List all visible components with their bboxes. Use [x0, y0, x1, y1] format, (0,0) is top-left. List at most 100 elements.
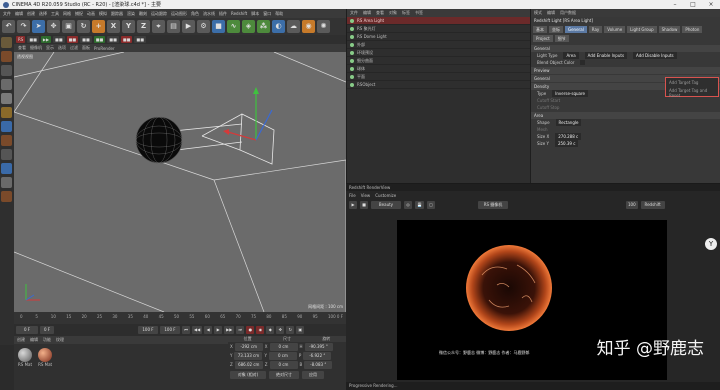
rotate-key-icon[interactable]: ↻ — [286, 326, 295, 334]
texture-axis-icon[interactable] — [1, 191, 12, 202]
light-type-select[interactable]: Area — [563, 52, 579, 59]
rs-button-2[interactable]: ■■ — [27, 36, 39, 43]
menu-item[interactable]: 插件 — [219, 11, 227, 17]
blend-checkbox[interactable] — [580, 60, 586, 65]
edges-mode-icon[interactable] — [1, 79, 12, 90]
keyframe-icon[interactable]: ◆ — [266, 326, 275, 334]
object-row[interactable]: RSObject — [347, 81, 530, 89]
deformer-icon[interactable]: ◐ — [272, 20, 285, 33]
coord-field[interactable]: 0 cm — [268, 351, 297, 360]
object-menu-item[interactable]: 对象 — [389, 10, 397, 16]
play-icon[interactable]: ▶ — [214, 326, 223, 334]
menu-item[interactable]: 窗口 — [263, 11, 271, 17]
lock-icon[interactable] — [1, 149, 12, 160]
undo-icon[interactable]: ↶ — [2, 20, 15, 33]
menu-item[interactable]: 运动跟踪 — [151, 11, 167, 17]
coord-field[interactable]: -90.395 ° — [304, 342, 333, 351]
spline-icon[interactable]: ∿ — [227, 20, 240, 33]
perspective-viewport[interactable]: 透视视图 网格间距: 100 cm — [14, 52, 346, 312]
viewport-menu-item[interactable]: 摄像机 — [30, 45, 42, 51]
coord-field[interactable]: 0 cm — [269, 360, 298, 369]
snapshot-icon[interactable]: ◎ — [404, 201, 412, 209]
attribute-menu-item[interactable]: 用户数据 — [560, 10, 576, 16]
menu-item[interactable]: 创建 — [27, 11, 35, 17]
prev-key-icon[interactable]: ◀◀ — [192, 326, 203, 334]
solo-icon[interactable] — [1, 163, 12, 174]
last-frame-icon[interactable]: ⏭ — [236, 326, 245, 334]
size-y-field[interactable]: 250.39 c — [554, 140, 579, 147]
close-button[interactable]: × — [702, 0, 720, 9]
x-axis-icon[interactable]: X — [107, 20, 120, 33]
zoom-field[interactable]: 100 — [625, 201, 638, 209]
axis-mode-icon[interactable] — [1, 107, 12, 118]
model-mode-icon[interactable] — [1, 37, 12, 48]
end-frame-field[interactable]: 100 F — [138, 326, 158, 334]
object-row[interactable]: RS Area Light — [347, 17, 530, 25]
viewport-menu-item[interactable]: 选项 — [58, 45, 66, 51]
attribute-tab[interactable]: Project — [533, 35, 553, 42]
menu-item[interactable]: 工具 — [51, 11, 59, 17]
first-frame-icon[interactable]: ⏮ — [182, 326, 190, 334]
menu-item[interactable]: 运动图形 — [171, 11, 187, 17]
object-menu-item[interactable]: 文件 — [350, 10, 358, 16]
render-stop-icon[interactable]: ■ — [360, 201, 368, 209]
add-target-tag-item[interactable]: Add Target Tag — [666, 78, 718, 87]
attribute-menu-item[interactable]: 模式 — [534, 10, 542, 16]
object-row[interactable]: RS 聚光灯 — [347, 25, 530, 33]
coordinate-system-icon[interactable]: ⌖ — [152, 20, 165, 33]
attribute-tab[interactable]: 坐标 — [549, 26, 563, 33]
attribute-tab[interactable]: Shadow — [658, 26, 681, 33]
camera-icon[interactable]: ◉ — [302, 20, 315, 33]
render-region-icon[interactable]: ▤ — [167, 20, 180, 33]
object-menu-item[interactable]: 查看 — [376, 10, 384, 16]
y-axis-icon[interactable]: Y — [122, 20, 135, 33]
material-menu-item[interactable]: 纹理 — [56, 337, 64, 343]
start-frame-field[interactable]: 0 F — [16, 326, 38, 334]
material-slot-2[interactable]: RS Mat — [38, 348, 52, 367]
renderview-menu-item[interactable]: File — [349, 193, 356, 198]
attribute-tab[interactable]: Volume — [604, 26, 626, 33]
density-type-select[interactable]: Inverse-square — [552, 90, 588, 97]
object-row[interactable]: 平面 — [347, 73, 530, 81]
record-icon[interactable]: ● — [246, 326, 255, 334]
section-area[interactable]: Area — [531, 112, 720, 119]
attribute-tab[interactable]: Ray — [588, 26, 603, 33]
menu-item[interactable]: 动画 — [87, 11, 95, 17]
menu-item[interactable]: 雕刻 — [139, 11, 147, 17]
material-menu-item[interactable]: 创建 — [17, 337, 25, 343]
current-frame-field[interactable]: 0 F — [40, 326, 54, 334]
rs-button-5[interactable]: ■■ — [66, 36, 79, 43]
maximize-button[interactable]: □ — [684, 0, 702, 9]
object-row[interactable]: 环境预设 — [347, 49, 530, 57]
object-row[interactable]: 细分曲面 — [347, 57, 530, 65]
object-menu-item[interactable]: 书签 — [415, 10, 423, 16]
rs-button-3[interactable]: ▶▶ — [40, 36, 52, 43]
add-disable-inputs-button[interactable]: Add Disable Inputs — [633, 52, 677, 59]
render-play-icon[interactable]: ▶ — [349, 201, 357, 209]
scene-icon[interactable]: ☁ — [287, 20, 300, 33]
coord-field[interactable]: 0 cm — [269, 342, 298, 351]
object-row[interactable]: RS Dome Light — [347, 33, 530, 41]
rs-button-9[interactable]: ■■ — [120, 36, 133, 43]
menu-item[interactable]: 编辑 — [15, 11, 23, 17]
snap-icon[interactable] — [1, 121, 12, 132]
menu-item[interactable]: 流水线 — [203, 11, 215, 17]
renderview-menu-item[interactable]: Customize — [375, 193, 396, 198]
coord-field[interactable]: -292 cm — [234, 342, 263, 351]
object-row[interactable]: 球体 — [347, 65, 530, 73]
menu-item[interactable]: 文件 — [3, 11, 11, 17]
workplane-icon[interactable] — [1, 135, 12, 146]
add-target-tag-reset-item[interactable]: Add Target Tag and Reset — [666, 87, 718, 99]
attribute-tab[interactable]: 细节 — [554, 35, 569, 42]
move-key-icon[interactable]: ✥ — [276, 326, 285, 334]
minimize-button[interactable]: – — [666, 0, 684, 9]
size-mode-select[interactable]: 绝对尺寸 — [269, 371, 299, 379]
shape-select[interactable]: Rectangle — [555, 119, 582, 126]
menu-item[interactable]: 网格 — [63, 11, 71, 17]
section-preview[interactable]: Preview — [531, 67, 720, 74]
save-image-icon[interactable]: 💾 — [415, 201, 424, 209]
apply-button[interactable]: 应用 — [302, 371, 324, 379]
coord-field[interactable]: 73.133 cm — [234, 351, 263, 360]
viewport-menu-item[interactable]: ProRender — [94, 46, 115, 51]
attribute-menu-item[interactable]: 编辑 — [547, 10, 555, 16]
